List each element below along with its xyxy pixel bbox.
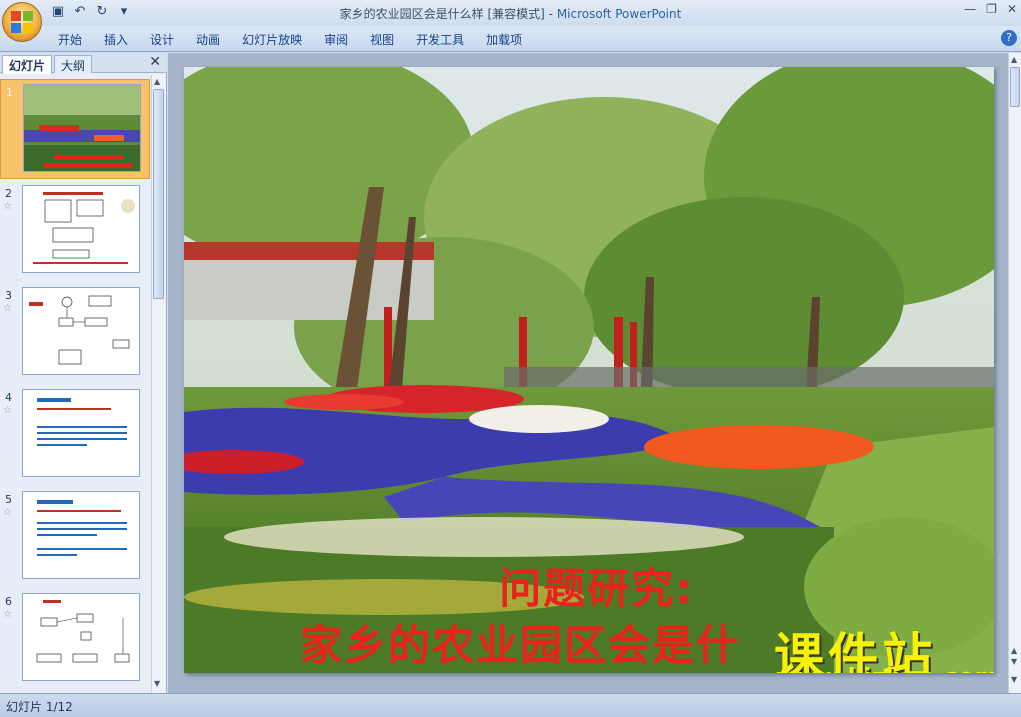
tab-addins[interactable]: 加载项	[475, 31, 533, 48]
window-title: 家乡的农业园区会是什么样 [兼容模式] - Microsoft PowerPoi…	[0, 5, 1021, 22]
office-logo-icon	[11, 11, 33, 33]
scroll-down-icon[interactable]: ▼	[154, 679, 160, 688]
panel-scrollbar[interactable]: ▲ ▼	[151, 75, 165, 693]
title-separator: -	[544, 7, 557, 21]
slide-number: 4	[5, 391, 12, 404]
slide-thumbnails: 1 2 ☆ 3 ☆ 4 ☆ 5 ☆ 6 ☆	[0, 75, 150, 693]
slide-number: 2	[5, 187, 12, 200]
slide-number: 3	[5, 289, 12, 302]
next-slide-icon[interactable]: ▼	[1011, 657, 1017, 666]
document-name: 家乡的农业园区会是什么样 [兼容模式]	[339, 7, 545, 21]
slide-thumbnail-5[interactable]: 5 ☆	[0, 487, 150, 587]
slide-number: 1	[6, 86, 13, 99]
office-button[interactable]	[2, 2, 42, 42]
scroll-thumb[interactable]	[153, 89, 164, 299]
close-icon[interactable]: ✕	[1007, 2, 1017, 16]
diagram-thumbnail	[29, 295, 130, 365]
slides-panel: 幻灯片 大纲 ✕ 1 2 ☆ 3 ☆ 4 ☆ 5 ☆ 6 ☆ ▲ ▼	[0, 53, 167, 693]
tab-home[interactable]: 开始	[58, 31, 93, 48]
tab-design[interactable]: 设计	[139, 31, 185, 48]
animation-star-icon: ☆	[3, 507, 12, 518]
text-thumbnail	[37, 500, 127, 556]
diagram-thumbnail	[33, 192, 135, 264]
help-icon[interactable]: ?	[1001, 30, 1017, 46]
animation-star-icon: ☆	[3, 609, 12, 620]
app-name: Microsoft PowerPoint	[556, 7, 682, 21]
panel-close-icon[interactable]: ✕	[149, 54, 161, 70]
scroll-up-icon[interactable]: ▲	[1011, 55, 1017, 64]
watermark-url: www.kjzhan.com	[776, 665, 994, 673]
slide-thumbnail-2[interactable]: 2 ☆	[0, 181, 150, 281]
slide-thumbnail-6[interactable]: 6 ☆	[0, 589, 150, 689]
slide-thumbnail-image	[22, 593, 140, 681]
animation-star-icon: ☆	[3, 201, 12, 212]
slide-thumbnail-image	[22, 185, 140, 273]
tab-developer[interactable]: 开发工具	[405, 31, 475, 48]
slide-number: 5	[5, 493, 12, 506]
tab-slides[interactable]: 幻灯片	[2, 55, 53, 74]
slide-thumbnail-image	[22, 287, 140, 375]
minimize-icon[interactable]: —	[964, 2, 976, 16]
animation-star-icon: ☆	[3, 405, 12, 416]
garden-thumbnail	[24, 85, 140, 171]
tab-slideshow[interactable]: 幻灯片放映	[231, 31, 313, 48]
slide-editing-area[interactable]: 问题研究: 家乡的农业园区会是什 课件站 www.kjzhan.com	[168, 53, 1008, 693]
diagram-thumbnail	[36, 600, 130, 663]
panel-tabs: 幻灯片 大纲 ✕	[0, 53, 167, 74]
slide-thumbnail-image	[23, 84, 141, 172]
tab-animations[interactable]: 动画	[185, 31, 231, 48]
tab-view[interactable]: 视图	[359, 31, 405, 48]
slide-title-line-2[interactable]: 家乡的农业园区会是什	[300, 612, 740, 673]
slide-thumbnail-3[interactable]: 3 ☆	[0, 283, 150, 383]
animation-star-icon: ☆	[3, 303, 12, 314]
slide-thumbnail-image	[22, 389, 140, 477]
scroll-up-icon[interactable]: ▲	[154, 77, 160, 86]
slide-title-line-1[interactable]: 问题研究:	[499, 555, 694, 616]
ribbon: 开始 插入 设计 动画 幻灯片放映 审阅 视图 开发工具 加载项 ?	[0, 26, 1021, 52]
current-slide[interactable]: 问题研究: 家乡的农业园区会是什 课件站 www.kjzhan.com	[184, 67, 994, 673]
scroll-thumb[interactable]	[1010, 67, 1020, 107]
tab-outline[interactable]: 大纲	[54, 55, 93, 73]
window-controls: — ❐ ✕	[964, 2, 1017, 16]
slide-thumbnail-4[interactable]: 4 ☆	[0, 385, 150, 485]
scroll-down-icon[interactable]: ▼	[1011, 675, 1017, 684]
tab-review[interactable]: 审阅	[313, 31, 359, 48]
slide-scrollbar[interactable]: ▲ ▲ ▼ ▼	[1008, 53, 1021, 693]
tab-insert[interactable]: 插入	[93, 31, 139, 48]
slide-thumbnail-image	[22, 491, 140, 579]
title-bar: ▣ ↶ ↻ ▾ 家乡的农业园区会是什么样 [兼容模式] - Microsoft …	[0, 0, 1021, 26]
restore-icon[interactable]: ❐	[986, 2, 997, 16]
ribbon-tabs: 开始 插入 设计 动画 幻灯片放映 审阅 视图 开发工具 加载项	[58, 31, 533, 48]
slide-thumbnail-1[interactable]: 1	[0, 79, 150, 179]
slide-counter: 幻灯片 1/12	[6, 700, 73, 714]
status-bar: 幻灯片 1/12	[0, 693, 1021, 717]
slide-number: 6	[5, 595, 12, 608]
text-thumbnail	[37, 398, 127, 446]
previous-slide-icon[interactable]: ▲	[1011, 646, 1017, 655]
